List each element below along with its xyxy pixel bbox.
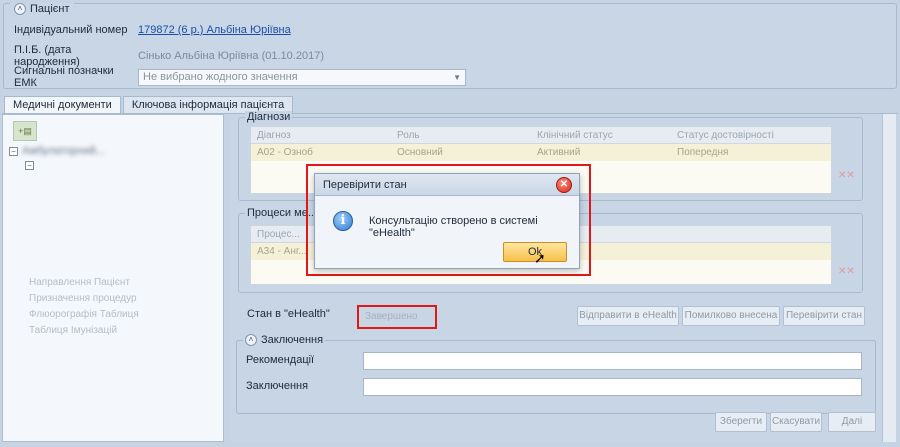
table-header: Діагноз Роль Клінічний статус Статус дос… [251,127,831,144]
conclusion-title: Заключення [261,334,324,346]
conclusion-label: Заключення [246,380,309,392]
column-header[interactable]: Статус достовірності [671,127,831,143]
cancel-button[interactable]: Скасувати [770,412,822,432]
check-status-button[interactable]: Перевірити стан [783,306,865,326]
patient-id-link[interactable]: 179872 (6 р.) Альбіна Юріївна [138,24,291,36]
ehealth-status-label: Стан в "eHealth" [247,308,330,320]
emk-select[interactable]: Не вибрано жодного значення ▼ [138,68,466,86]
document-tree-panel: +▤ − Амбулаторний... − Направлення Паціє… [2,114,224,442]
collapse-tree-icon[interactable]: − [9,146,18,156]
table-cell: Активний [537,147,581,158]
patient-name-value: Сінько Альбіна Юріївна (01.10.2017) [138,50,324,62]
close-icon[interactable]: ✕ [556,177,572,193]
table-cell: Основний [397,147,443,158]
side-link-referral[interactable]: Направлення Пацієнт [29,277,130,288]
column-header[interactable]: Клінічний статус [531,127,671,143]
table-row[interactable]: A02 - Озноб Основний Активний Попередня [251,144,831,161]
column-header[interactable]: Діагноз [251,127,391,143]
patient-groupbox: ˄ Пацієнт Індивідуальний номер 179872 (6… [3,3,897,89]
delete-row-icon[interactable]: ✕✕ [838,170,855,181]
chevron-down-icon[interactable]: ▼ [453,70,461,85]
mouse-cursor-icon: ➚ [534,250,546,266]
tree-root-label: Амбулаторний... [22,145,106,157]
conclusion-field[interactable] [363,378,862,396]
table-cell: A02 - Озноб [257,147,313,158]
ehealth-status-value: Завершено [357,305,437,329]
emk-placeholder: Не вибрано жодного значення [143,70,298,83]
side-link-immunization[interactable]: Таблиця Імунізацій [29,325,117,336]
patient-section-title: Пацієнт [30,3,70,15]
add-document-icon[interactable]: +▤ [13,121,37,141]
column-header[interactable]: Роль [391,127,531,143]
collapse-icon[interactable]: ˄ [14,3,26,15]
send-to-ehealth-button[interactable]: Відправити в eHealth [577,306,679,326]
vertical-scrollbar[interactable] [882,114,896,442]
info-icon: i [333,211,353,231]
next-button[interactable]: Далі [828,412,876,432]
patient-caption: ˄ Пацієнт [10,3,74,15]
table-cell: Попередня [677,147,729,158]
delete-row-icon[interactable]: ✕✕ [838,266,855,277]
entered-in-error-button[interactable]: Помилково внесена [682,306,780,326]
patient-id-row: Індивідуальний номер 179872 (6 р.) Альбі… [14,24,291,36]
conclusion-caption: ˄ Заключення [243,334,326,346]
tree-child-node[interactable]: − [25,161,34,170]
dialog-titlebar: Перевірити стан ✕ [315,174,579,196]
dialog-message: Консультацію створено в системі "eHealth… [369,215,538,239]
recommendations-field[interactable] [363,352,862,370]
emk-row: Сигнальні позначки ЕМК Не вибрано жодног… [14,65,466,89]
tab-medical-documents[interactable]: Медичні документи [4,96,121,114]
side-link-procedures[interactable]: Призначення процедур [29,293,137,304]
expand-tree-icon[interactable]: − [25,161,34,170]
patient-id-label: Індивідуальний номер [14,24,128,36]
diagnoses-title: Діагнози [245,111,293,123]
save-button[interactable]: Зберегти [715,412,767,432]
recommendations-label: Рекомендації [246,354,315,366]
emk-label: Сигнальні позначки ЕМК [14,65,114,89]
side-link-fluorography[interactable]: Флюорографія Таблиця [29,309,139,320]
tree-root-node[interactable]: − Амбулаторний... [9,145,105,157]
dialog-title: Перевірити стан [323,179,407,191]
collapse-icon[interactable]: ˄ [245,334,257,346]
